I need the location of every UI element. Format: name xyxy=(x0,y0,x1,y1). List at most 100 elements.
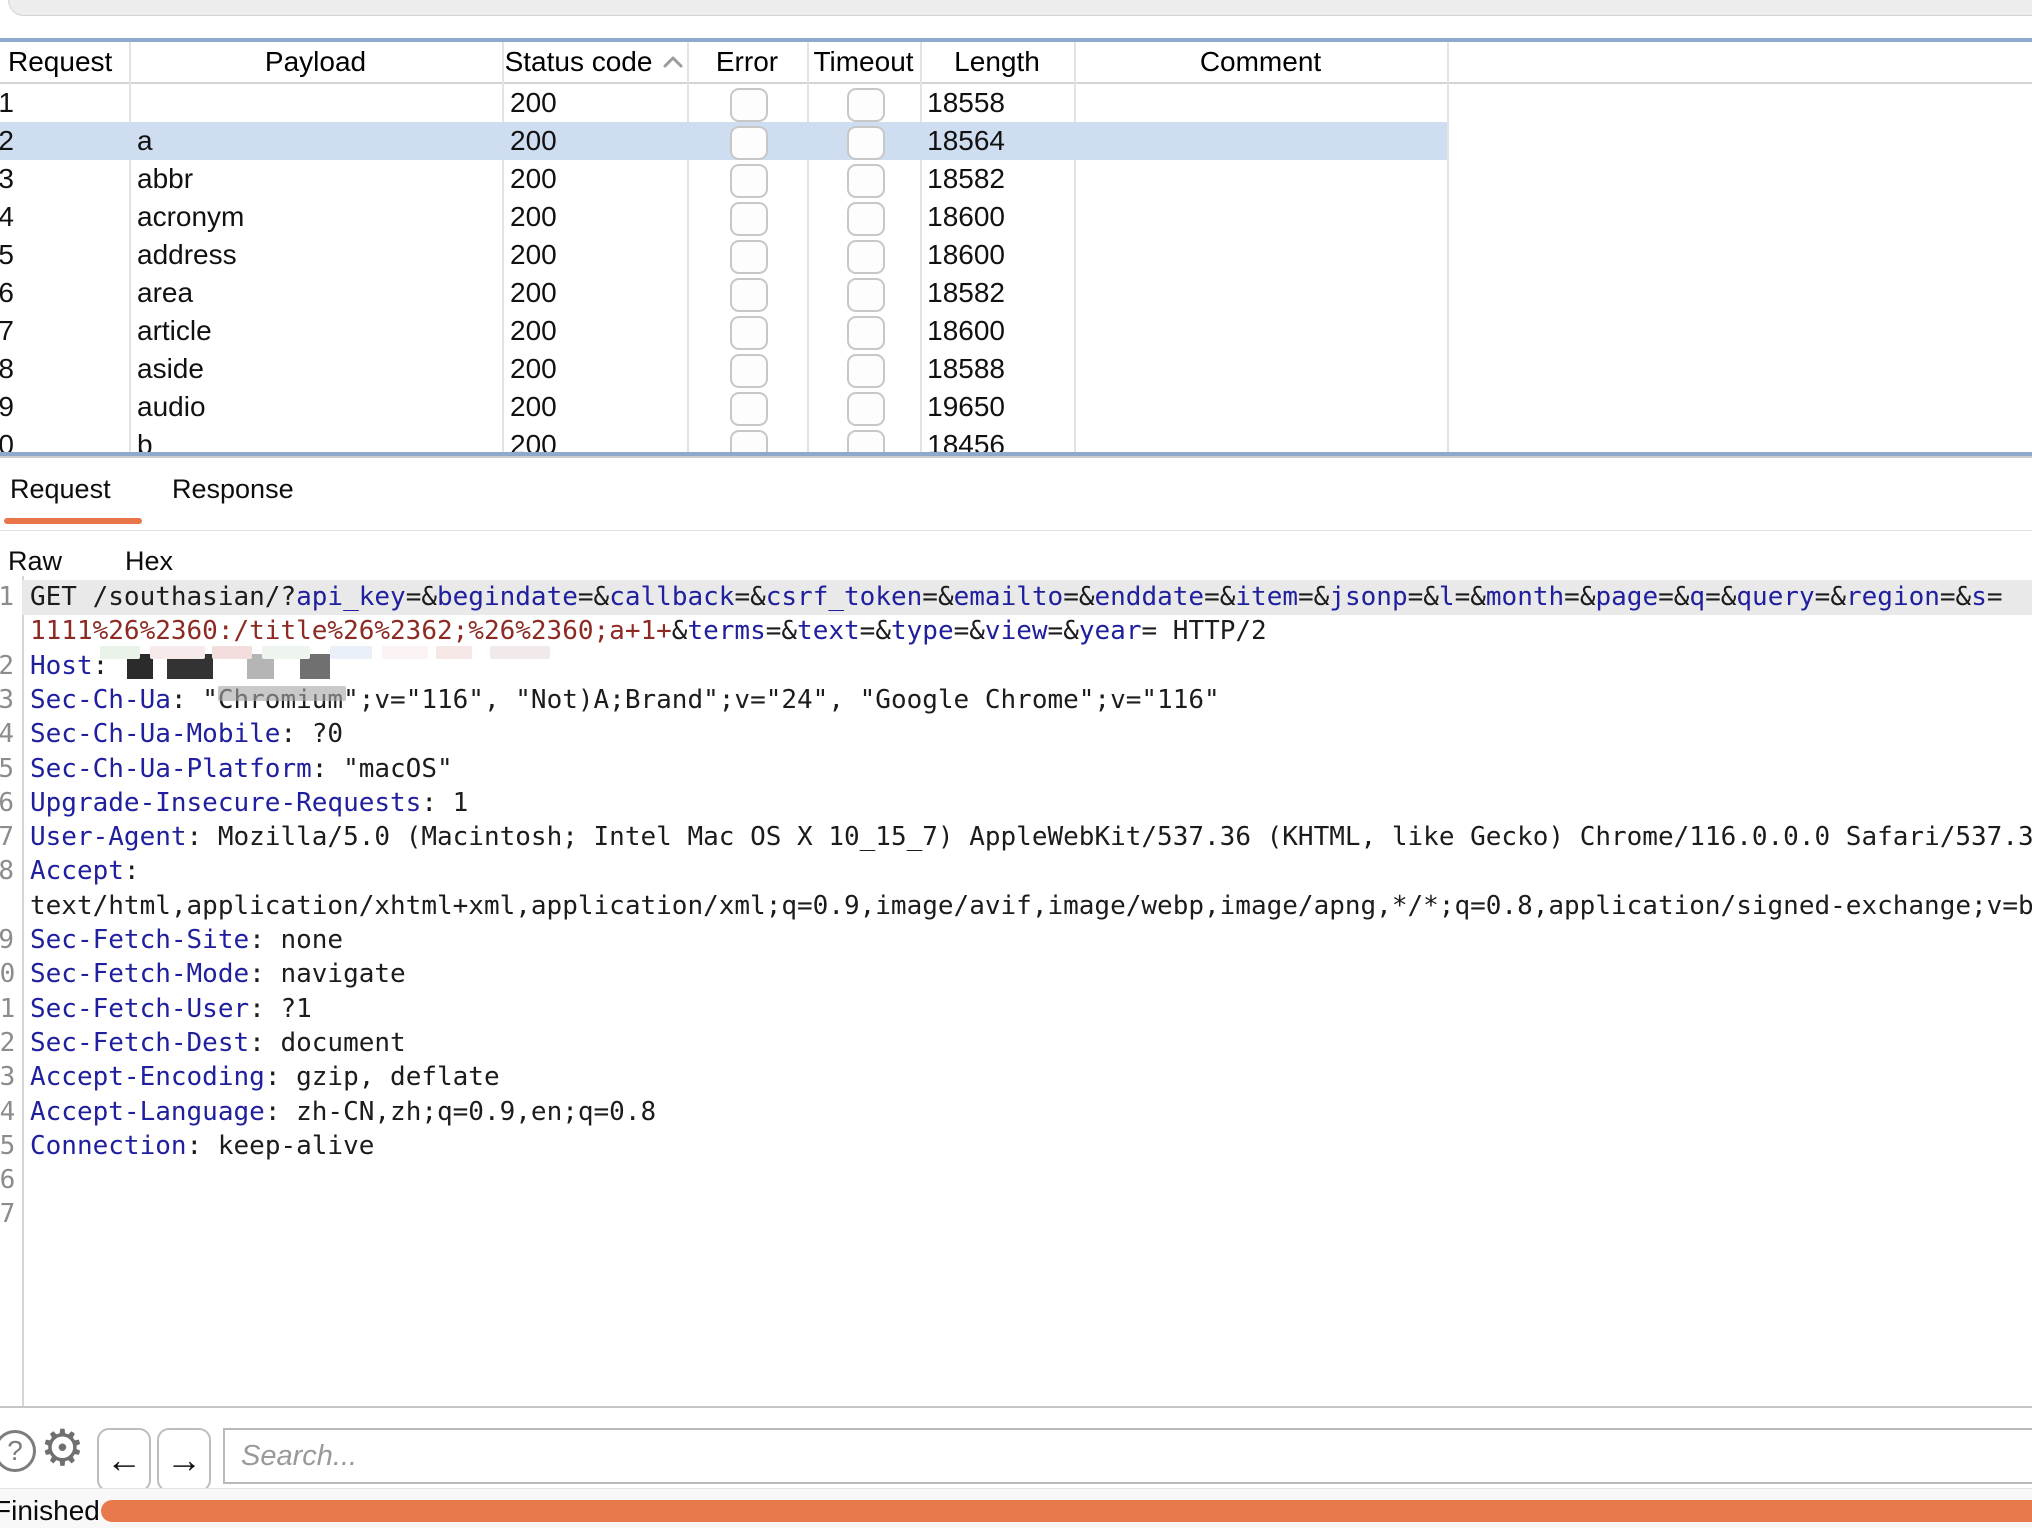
tab-hex[interactable]: Hex xyxy=(125,546,173,577)
request-number-cell: 5 xyxy=(0,236,14,274)
error-checkbox[interactable] xyxy=(730,278,768,312)
error-checkbox[interactable] xyxy=(730,392,768,426)
table-row[interactable]: 7article20018600 xyxy=(0,312,2032,350)
line-content: Sec-Fetch-User: ?1 xyxy=(30,992,312,1026)
length-cell: 18582 xyxy=(920,274,1005,312)
comment-cell xyxy=(1082,122,1442,160)
payload-cell: abbr xyxy=(137,160,497,198)
line-number: 5 xyxy=(0,752,14,786)
line-content: Sec-Ch-Ua: "Chromium";v="116", "Not)A;Br… xyxy=(30,683,1220,717)
timeout-checkbox[interactable] xyxy=(847,316,885,350)
error-checkbox[interactable] xyxy=(730,202,768,236)
table-row[interactable]: 6 area 200 18582 xyxy=(0,274,2032,312)
request-number-cell: 1 xyxy=(0,84,14,122)
column-header-label: Comment xyxy=(1200,46,1321,78)
tab-request[interactable]: Request xyxy=(10,474,111,505)
comment-cell xyxy=(1082,350,1442,388)
table-row[interactable]: 8aside20018588 xyxy=(0,350,2032,388)
request-line: 4Sec-Ch-Ua-Mobile: ?0 xyxy=(0,717,2032,752)
status-code-cell: 200 xyxy=(510,236,680,274)
search-prev-button[interactable]: ← xyxy=(97,1428,151,1492)
table-row[interactable]: 9audio20019650 xyxy=(0,388,2032,426)
timeout-checkbox[interactable] xyxy=(847,240,885,274)
line-content: Accept: xyxy=(30,854,140,888)
gear-icon[interactable]: ⚙ xyxy=(40,1418,85,1478)
table-row[interactable]: 3abbr20018582 xyxy=(0,160,2032,198)
request-line: 8Accept: xyxy=(0,854,2032,889)
redaction-artifact xyxy=(150,646,205,659)
status-code-cell: 200 xyxy=(510,84,680,122)
status-code-cell: 200 xyxy=(510,274,680,312)
request-line: 15Connection: keep-alive xyxy=(0,1129,2032,1164)
redaction-smudge xyxy=(218,686,346,701)
length-cell: 18582 xyxy=(920,160,1005,198)
payload-cell: address xyxy=(137,236,497,274)
payload-cell xyxy=(137,84,497,122)
comment-cell xyxy=(1082,274,1442,312)
line-content: User-Agent: Mozilla/5.0 (Macintosh; Inte… xyxy=(30,820,2032,854)
comment-cell xyxy=(1082,84,1442,122)
search-next-button[interactable]: → xyxy=(157,1428,211,1492)
redaction-artifact xyxy=(382,646,428,659)
column-header-comment[interactable]: Comment xyxy=(1074,42,1447,82)
column-header-timeout[interactable]: Timeout xyxy=(807,42,920,82)
timeout-checkbox[interactable] xyxy=(847,354,885,388)
request-line: 6Upgrade-Insecure-Requests: 1 xyxy=(0,786,2032,821)
column-header-label: Timeout xyxy=(813,46,913,78)
right-arrow-icon: → xyxy=(166,1439,202,1481)
redaction-artifact xyxy=(436,646,472,659)
search-input[interactable] xyxy=(223,1428,2032,1484)
timeout-checkbox[interactable] xyxy=(847,392,885,426)
request-line: 9Sec-Fetch-Site: none xyxy=(0,923,2032,958)
timeout-checkbox[interactable] xyxy=(847,164,885,198)
request-number-cell: 4 xyxy=(0,198,14,236)
intruder-attack-window: RequestPayloadStatus codeErrorTimeoutLen… xyxy=(0,0,2032,1528)
line-content: GET /southasian/?api_key=&begindate=&cal… xyxy=(30,580,2003,614)
payload-cell: area xyxy=(137,274,497,312)
timeout-checkbox[interactable] xyxy=(847,126,885,160)
length-cell: 18600 xyxy=(920,236,1005,274)
request-line: 3Sec-Ch-Ua: "Chromium";v="116", "Not)A;B… xyxy=(0,683,2032,718)
redaction-artifact xyxy=(212,646,252,659)
line-number: 10 xyxy=(0,957,14,991)
length-cell: 18588 xyxy=(920,350,1005,388)
tab-request-active-indicator xyxy=(4,518,142,524)
timeout-checkbox[interactable] xyxy=(847,202,885,236)
request-editor[interactable]: 1 GET /southasian/?api_key=&begindate=&ca… xyxy=(0,576,2032,1406)
table-row[interactable]: 4acronym20018600 xyxy=(0,198,2032,236)
column-header-error[interactable]: Error xyxy=(687,42,807,82)
line-number: 1 xyxy=(0,580,14,614)
error-checkbox[interactable] xyxy=(730,126,768,160)
payload-cell: a xyxy=(137,122,497,160)
timeout-checkbox[interactable] xyxy=(847,88,885,122)
search-toolbar: ? ⚙ ← → xyxy=(0,1408,2032,1488)
column-header-status-code[interactable]: Status code xyxy=(502,42,687,82)
error-checkbox[interactable] xyxy=(730,88,768,122)
line-content: Upgrade-Insecure-Requests: 1 xyxy=(30,786,468,820)
column-header-length[interactable]: Length xyxy=(920,42,1074,82)
table-row[interactable]: 1 200 18558 xyxy=(0,84,2032,122)
request-line: 12Sec-Fetch-Dest: document xyxy=(0,1026,2032,1061)
tab-response[interactable]: Response xyxy=(172,474,294,505)
error-checkbox[interactable] xyxy=(730,354,768,388)
column-header-label: Length xyxy=(954,46,1040,78)
line-content: Accept-Language: zh-CN,zh;q=0.9,en;q=0.8 xyxy=(30,1095,656,1129)
error-checkbox[interactable] xyxy=(730,316,768,350)
column-header-payload[interactable]: Payload xyxy=(129,42,502,82)
length-cell: 18558 xyxy=(920,84,1005,122)
line-content: Sec-Fetch-Mode: navigate xyxy=(30,957,406,991)
table-row[interactable]: 2a20018564 xyxy=(0,122,2032,160)
timeout-checkbox[interactable] xyxy=(847,278,885,312)
error-checkbox[interactable] xyxy=(730,240,768,274)
column-header-request[interactable]: Request xyxy=(8,42,129,82)
table-row[interactable]: 5 address 200 18600 xyxy=(0,236,2032,274)
progress-bar xyxy=(101,1500,2032,1522)
request-line: 17 xyxy=(0,1197,2032,1232)
help-icon[interactable]: ? xyxy=(0,1430,36,1472)
request-line: 5Sec-Ch-Ua-Platform: "macOS" xyxy=(0,752,2032,787)
payload-cell: aside xyxy=(137,350,497,388)
request-number-cell: 6 xyxy=(0,274,14,312)
line-content: text/html,application/xhtml+xml,applicat… xyxy=(30,889,2032,923)
tab-raw[interactable]: Raw xyxy=(8,546,62,577)
error-checkbox[interactable] xyxy=(730,164,768,198)
